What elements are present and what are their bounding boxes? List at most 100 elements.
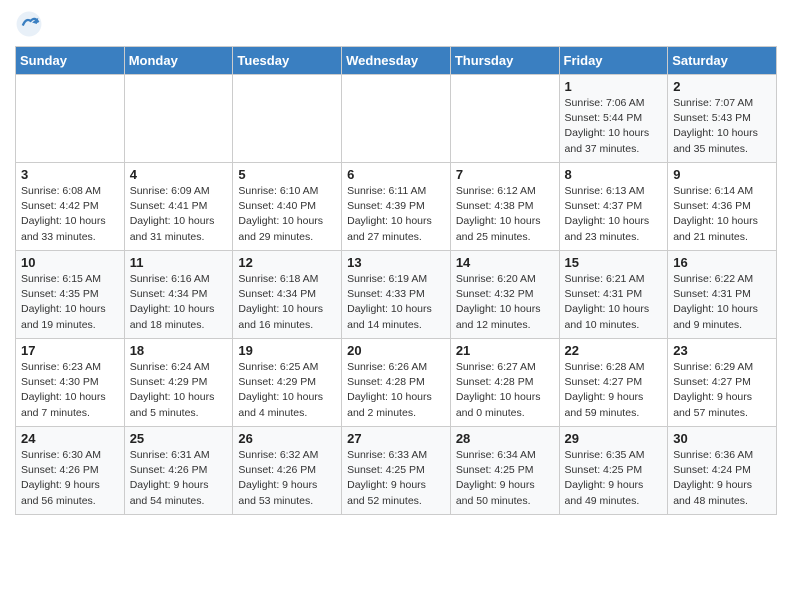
day-info: Sunrise: 6:34 AM Sunset: 4:25 PM Dayligh… xyxy=(456,448,554,509)
calendar-cell: 27 Sunrise: 6:33 AM Sunset: 4:25 PM Dayli… xyxy=(342,427,451,515)
day-info: Sunrise: 6:16 AM Sunset: 4:34 PM Dayligh… xyxy=(130,272,228,333)
calendar-cell: 19 Sunrise: 6:25 AM Sunset: 4:29 PM Dayli… xyxy=(233,339,342,427)
page-header xyxy=(15,10,777,38)
day-info: Sunrise: 6:09 AM Sunset: 4:41 PM Dayligh… xyxy=(130,184,228,245)
day-number: 21 xyxy=(456,343,554,358)
weekday-header: Sunday xyxy=(16,47,125,75)
calendar-cell: 20 Sunrise: 6:26 AM Sunset: 4:28 PM Dayli… xyxy=(342,339,451,427)
day-number: 12 xyxy=(238,255,336,270)
calendar-cell: 9 Sunrise: 6:14 AM Sunset: 4:36 PM Daylig… xyxy=(668,163,777,251)
weekday-header: Wednesday xyxy=(342,47,451,75)
day-number: 14 xyxy=(456,255,554,270)
day-number: 5 xyxy=(238,167,336,182)
calendar-cell: 23 Sunrise: 6:29 AM Sunset: 4:27 PM Dayli… xyxy=(668,339,777,427)
day-info: Sunrise: 6:23 AM Sunset: 4:30 PM Dayligh… xyxy=(21,360,119,421)
header-row: SundayMondayTuesdayWednesdayThursdayFrid… xyxy=(16,47,777,75)
logo-icon xyxy=(15,10,43,38)
calendar-week-row: 1 Sunrise: 7:06 AM Sunset: 5:44 PM Daylig… xyxy=(16,75,777,163)
day-number: 28 xyxy=(456,431,554,446)
day-number: 9 xyxy=(673,167,771,182)
day-number: 22 xyxy=(565,343,663,358)
calendar-table: SundayMondayTuesdayWednesdayThursdayFrid… xyxy=(15,46,777,515)
logo xyxy=(15,10,47,38)
day-number: 15 xyxy=(565,255,663,270)
day-number: 3 xyxy=(21,167,119,182)
day-info: Sunrise: 6:14 AM Sunset: 4:36 PM Dayligh… xyxy=(673,184,771,245)
day-info: Sunrise: 7:06 AM Sunset: 5:44 PM Dayligh… xyxy=(565,96,663,157)
calendar-cell: 30 Sunrise: 6:36 AM Sunset: 4:24 PM Dayli… xyxy=(668,427,777,515)
calendar-week-row: 17 Sunrise: 6:23 AM Sunset: 4:30 PM Dayli… xyxy=(16,339,777,427)
day-info: Sunrise: 6:26 AM Sunset: 4:28 PM Dayligh… xyxy=(347,360,445,421)
day-number: 8 xyxy=(565,167,663,182)
day-number: 11 xyxy=(130,255,228,270)
calendar-cell: 28 Sunrise: 6:34 AM Sunset: 4:25 PM Dayli… xyxy=(450,427,559,515)
page-container: SundayMondayTuesdayWednesdayThursdayFrid… xyxy=(0,0,792,525)
day-number: 24 xyxy=(21,431,119,446)
calendar-cell xyxy=(124,75,233,163)
calendar-cell: 16 Sunrise: 6:22 AM Sunset: 4:31 PM Dayli… xyxy=(668,251,777,339)
calendar-cell: 8Sunrise: 6:13 AM Sunset: 4:37 PM Daylig… xyxy=(559,163,668,251)
calendar-cell: 5 Sunrise: 6:10 AM Sunset: 4:40 PM Daylig… xyxy=(233,163,342,251)
day-number: 18 xyxy=(130,343,228,358)
calendar-week-row: 24 Sunrise: 6:30 AM Sunset: 4:26 PM Dayli… xyxy=(16,427,777,515)
day-number: 26 xyxy=(238,431,336,446)
calendar-cell: 10 Sunrise: 6:15 AM Sunset: 4:35 PM Dayli… xyxy=(16,251,125,339)
day-info: Sunrise: 6:29 AM Sunset: 4:27 PM Dayligh… xyxy=(673,360,771,421)
calendar-cell: 4 Sunrise: 6:09 AM Sunset: 4:41 PM Daylig… xyxy=(124,163,233,251)
calendar-cell: 25Sunrise: 6:31 AM Sunset: 4:26 PM Dayli… xyxy=(124,427,233,515)
calendar-cell: 11 Sunrise: 6:16 AM Sunset: 4:34 PM Dayli… xyxy=(124,251,233,339)
day-info: Sunrise: 6:10 AM Sunset: 4:40 PM Dayligh… xyxy=(238,184,336,245)
day-info: Sunrise: 6:35 AM Sunset: 4:25 PM Dayligh… xyxy=(565,448,663,509)
day-number: 7 xyxy=(456,167,554,182)
day-number: 17 xyxy=(21,343,119,358)
day-info: Sunrise: 6:15 AM Sunset: 4:35 PM Dayligh… xyxy=(21,272,119,333)
calendar-cell xyxy=(233,75,342,163)
calendar-cell: 21Sunrise: 6:27 AM Sunset: 4:28 PM Dayli… xyxy=(450,339,559,427)
day-number: 2 xyxy=(673,79,771,94)
calendar-cell xyxy=(450,75,559,163)
day-info: Sunrise: 6:28 AM Sunset: 4:27 PM Dayligh… xyxy=(565,360,663,421)
calendar-week-row: 3Sunrise: 6:08 AM Sunset: 4:42 PM Daylig… xyxy=(16,163,777,251)
calendar-cell: 13 Sunrise: 6:19 AM Sunset: 4:33 PM Dayli… xyxy=(342,251,451,339)
day-number: 16 xyxy=(673,255,771,270)
calendar-cell: 18 Sunrise: 6:24 AM Sunset: 4:29 PM Dayli… xyxy=(124,339,233,427)
calendar-cell: 15 Sunrise: 6:21 AM Sunset: 4:31 PM Dayli… xyxy=(559,251,668,339)
calendar-cell: 14 Sunrise: 6:20 AM Sunset: 4:32 PM Dayli… xyxy=(450,251,559,339)
calendar-cell xyxy=(342,75,451,163)
calendar-cell: 7Sunrise: 6:12 AM Sunset: 4:38 PM Daylig… xyxy=(450,163,559,251)
weekday-header: Friday xyxy=(559,47,668,75)
day-info: Sunrise: 6:33 AM Sunset: 4:25 PM Dayligh… xyxy=(347,448,445,509)
day-number: 23 xyxy=(673,343,771,358)
weekday-header: Thursday xyxy=(450,47,559,75)
calendar-cell xyxy=(16,75,125,163)
calendar-cell: 26Sunrise: 6:32 AM Sunset: 4:26 PM Dayli… xyxy=(233,427,342,515)
day-number: 6 xyxy=(347,167,445,182)
day-number: 1 xyxy=(565,79,663,94)
weekday-header: Monday xyxy=(124,47,233,75)
day-number: 13 xyxy=(347,255,445,270)
day-info: Sunrise: 6:18 AM Sunset: 4:34 PM Dayligh… xyxy=(238,272,336,333)
day-info: Sunrise: 6:22 AM Sunset: 4:31 PM Dayligh… xyxy=(673,272,771,333)
calendar-cell: 29Sunrise: 6:35 AM Sunset: 4:25 PM Dayli… xyxy=(559,427,668,515)
weekday-header: Saturday xyxy=(668,47,777,75)
day-info: Sunrise: 6:21 AM Sunset: 4:31 PM Dayligh… xyxy=(565,272,663,333)
day-number: 10 xyxy=(21,255,119,270)
calendar-cell: 1 Sunrise: 7:06 AM Sunset: 5:44 PM Daylig… xyxy=(559,75,668,163)
day-info: Sunrise: 6:24 AM Sunset: 4:29 PM Dayligh… xyxy=(130,360,228,421)
day-number: 27 xyxy=(347,431,445,446)
day-info: Sunrise: 6:11 AM Sunset: 4:39 PM Dayligh… xyxy=(347,184,445,245)
day-info: Sunrise: 6:20 AM Sunset: 4:32 PM Dayligh… xyxy=(456,272,554,333)
day-number: 20 xyxy=(347,343,445,358)
weekday-header: Tuesday xyxy=(233,47,342,75)
day-number: 19 xyxy=(238,343,336,358)
day-info: Sunrise: 6:25 AM Sunset: 4:29 PM Dayligh… xyxy=(238,360,336,421)
day-info: Sunrise: 6:19 AM Sunset: 4:33 PM Dayligh… xyxy=(347,272,445,333)
day-number: 30 xyxy=(673,431,771,446)
day-info: Sunrise: 6:36 AM Sunset: 4:24 PM Dayligh… xyxy=(673,448,771,509)
day-info: Sunrise: 6:30 AM Sunset: 4:26 PM Dayligh… xyxy=(21,448,119,509)
day-number: 25 xyxy=(130,431,228,446)
day-number: 4 xyxy=(130,167,228,182)
calendar-cell: 3Sunrise: 6:08 AM Sunset: 4:42 PM Daylig… xyxy=(16,163,125,251)
calendar-cell: 17 Sunrise: 6:23 AM Sunset: 4:30 PM Dayli… xyxy=(16,339,125,427)
calendar-cell: 24 Sunrise: 6:30 AM Sunset: 4:26 PM Dayli… xyxy=(16,427,125,515)
